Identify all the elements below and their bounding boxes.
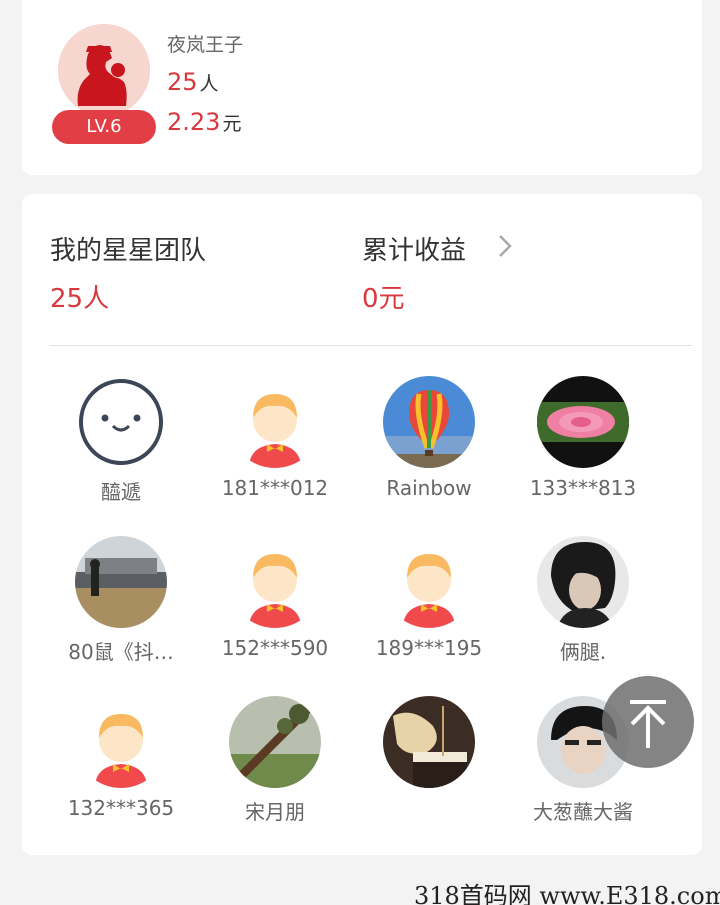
member-name: 宋月朋 [245, 800, 305, 824]
scroll-to-top-button[interactable] [602, 676, 694, 768]
earnings-label[interactable]: 累计收益 [362, 230, 466, 267]
branch-avatar-icon [229, 696, 321, 788]
member-item[interactable]: 132***365 [44, 696, 198, 846]
building-avatar-icon [75, 536, 167, 628]
profile-count-value: 25 [167, 68, 198, 96]
default-avatar-icon [75, 696, 167, 788]
team-card: 我的星星团队 25人 累计收益 0元 醯遞 181***012 Rainbow … [22, 194, 702, 855]
profile-money-unit: 元 [222, 113, 242, 135]
member-item[interactable]: 189***195 [352, 536, 506, 686]
portrait-avatar-icon [537, 536, 629, 628]
member-item[interactable]: 133***813 [506, 376, 660, 526]
member-name: 醯遞 [101, 480, 141, 504]
earnings-value: 0元 [362, 284, 405, 314]
flower-avatar-icon [537, 376, 629, 468]
default-avatar-icon [383, 536, 475, 628]
profile-card: LV.6 夜岚王子 25 人 2.23 元 [22, 0, 702, 175]
member-name: 181***012 [221, 476, 329, 500]
profile-money-value: 2.23 [167, 108, 221, 136]
member-name: 俩腿. [559, 640, 607, 664]
member-name: Rainbow [386, 476, 472, 500]
profile-count-unit: 人 [199, 73, 219, 95]
member-item[interactable]: 俩腿. [506, 536, 660, 686]
member-item[interactable]: 宋月朋 [198, 696, 352, 846]
member-item[interactable]: 181***012 [198, 376, 352, 526]
smiley-avatar-icon [75, 376, 167, 468]
member-item[interactable] [352, 696, 506, 846]
arrow-up-icon [630, 700, 666, 748]
team-count: 25人 [50, 284, 110, 314]
member-name: 132***365 [67, 796, 175, 820]
divider [50, 345, 692, 346]
team-label: 我的星星团队 [50, 236, 207, 266]
profile-avatar[interactable] [58, 24, 150, 116]
profile-name: 夜岚王子 [167, 34, 244, 56]
chevron-right-icon[interactable] [494, 232, 518, 260]
member-name: 大葱蘸大酱 [533, 800, 633, 824]
default-avatar-icon [229, 536, 321, 628]
member-item[interactable]: Rainbow [352, 376, 506, 526]
piano-avatar-icon [383, 696, 475, 788]
watermark: 318首码网 www.E318.com [414, 882, 720, 905]
default-avatar-icon [229, 376, 321, 468]
member-item[interactable]: 醯遞 [44, 376, 198, 526]
member-name: 189***195 [375, 636, 483, 660]
member-item[interactable]: 80鼠《抖… [44, 536, 198, 686]
member-item[interactable]: 152***590 [198, 536, 352, 686]
level-badge: LV.6 [52, 110, 156, 144]
balloon-avatar-icon [383, 376, 475, 468]
member-name: 80鼠《抖… [68, 640, 174, 664]
profile-count: 25 人 [167, 68, 219, 96]
profile-money: 2.23 元 [167, 108, 241, 136]
member-name: 152***590 [221, 636, 329, 660]
member-name: 133***813 [529, 476, 637, 500]
